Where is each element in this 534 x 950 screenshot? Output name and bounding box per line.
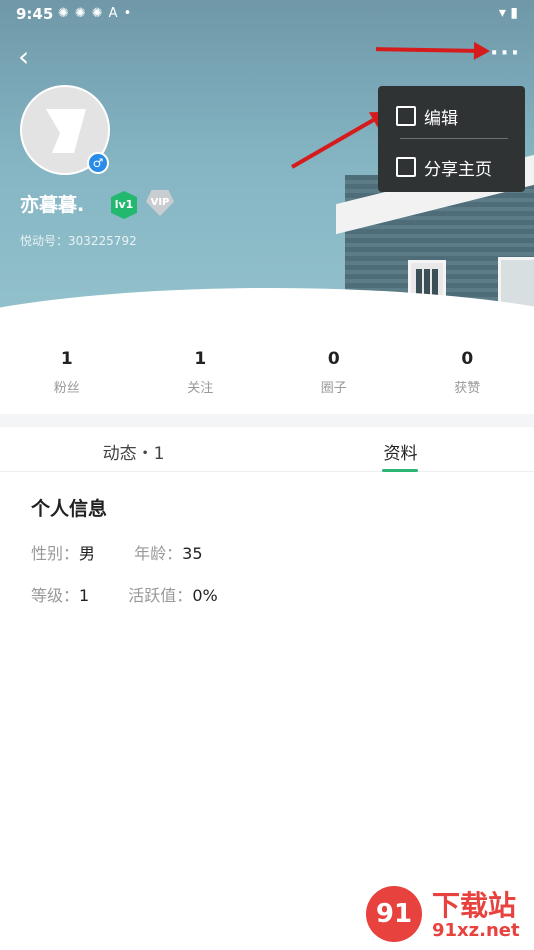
- menu-item-label: 编辑: [424, 108, 458, 129]
- status-bar: 9:45 ✺✺✺A• ▾ ▮: [0, 0, 534, 28]
- stat-label: 关注: [187, 381, 214, 396]
- watermark-text: 下载站: [432, 889, 517, 922]
- menu-divider: [400, 138, 508, 139]
- menu-item-label: 分享主页: [424, 159, 492, 180]
- stat-value: 1: [194, 349, 207, 369]
- more-icon[interactable]: ···: [490, 43, 522, 70]
- gender-label: 性别：: [31, 544, 80, 563]
- age-value: 35: [182, 544, 203, 563]
- menu-item-share[interactable]: 分享主页: [396, 147, 492, 187]
- watermark: 91 下载站 91xz.net: [360, 880, 534, 950]
- tab-activity[interactable]: 动态・1: [0, 427, 267, 471]
- age-label: 年龄：: [134, 544, 183, 563]
- section-divider: [0, 414, 534, 427]
- more-menu: 编辑 分享主页: [378, 86, 525, 192]
- status-time: 9:45: [16, 5, 54, 23]
- profile-tabs: 动态・1 资料: [0, 427, 534, 472]
- back-icon[interactable]: ‹: [18, 43, 44, 71]
- info-row: 性别：男 年龄：35: [31, 540, 237, 564]
- section-title: 个人信息: [31, 498, 108, 520]
- menu-item-edit[interactable]: 编辑: [396, 96, 458, 136]
- gender-value: 男: [79, 544, 96, 563]
- username: 亦暮暮.: [20, 194, 85, 216]
- user-id: 悦动号：303225792: [20, 234, 137, 248]
- tab-profile-info[interactable]: 资料: [267, 427, 534, 472]
- stat-circles[interactable]: 0 圈子: [267, 340, 401, 410]
- stat-fans[interactable]: 1 粉丝: [0, 340, 134, 410]
- avatar-logo-icon: [46, 109, 86, 153]
- activity-label: 活跃值：: [128, 586, 193, 605]
- stat-following[interactable]: 1 关注: [134, 340, 268, 410]
- stat-value: 0: [327, 349, 340, 369]
- activity-value: 0%: [192, 586, 218, 605]
- grade-label: 等级：: [31, 586, 80, 605]
- stat-label: 粉丝: [53, 381, 80, 396]
- stat-value: 1: [60, 349, 73, 369]
- stat-likes[interactable]: 0 获赞: [401, 340, 534, 410]
- stat-label: 圈子: [320, 381, 347, 396]
- stat-label: 获赞: [454, 381, 481, 396]
- watermark-logo: 91: [366, 886, 422, 942]
- info-row: 等级：1 活跃值：0%: [31, 582, 252, 606]
- watermark-url: 91xz.net: [432, 920, 520, 941]
- grade-value: 1: [79, 586, 90, 605]
- male-icon: ♂: [87, 152, 109, 174]
- notification-icons: ✺✺✺A•: [58, 6, 138, 21]
- edit-icon: [396, 106, 416, 126]
- stats-row: 1 粉丝 1 关注 0 圈子 0 获赞: [0, 340, 534, 410]
- share-icon: [396, 157, 416, 177]
- stat-value: 0: [461, 349, 474, 369]
- wifi-battery-icons: ▾ ▮: [498, 5, 518, 21]
